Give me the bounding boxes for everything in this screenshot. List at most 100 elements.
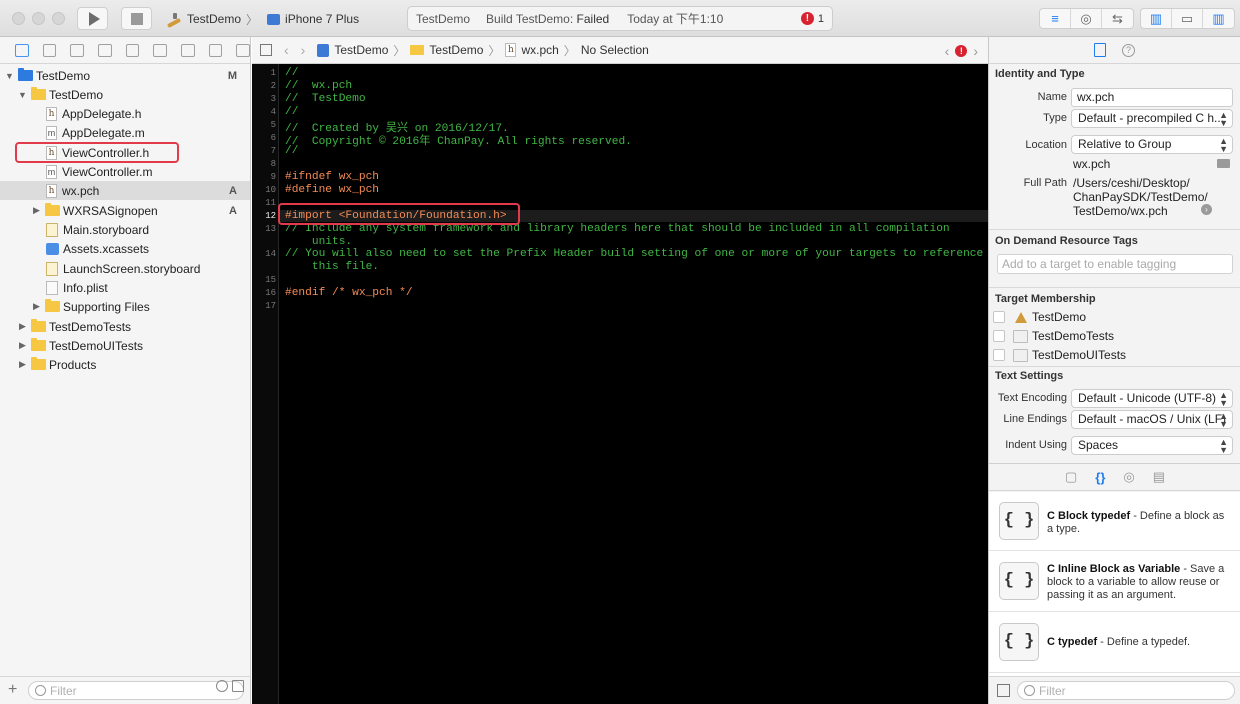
disclosure-closed-icon[interactable]: ▶: [18, 359, 27, 370]
disclosure-closed-icon[interactable]: ▶: [32, 205, 41, 216]
test-tab-icon[interactable]: [153, 43, 168, 57]
section-ondemand-title: On Demand Resource Tags: [995, 235, 1138, 247]
minimize-window-button[interactable]: [32, 12, 45, 25]
tree-item-file[interactable]: h AppDelegate.h: [0, 104, 250, 123]
previous-issue-icon[interactable]: ‹: [945, 43, 950, 59]
library-filter-input[interactable]: Filter: [1017, 681, 1235, 700]
source-editor[interactable]: 1 2 3 4 5 6 7 8 9 10 11 12 13 14 15 16 17 //// wx.pch// …: [252, 64, 988, 704]
reveal-in-finder-icon[interactable]: ›: [1201, 204, 1212, 215]
debug-tab-icon[interactable]: [181, 43, 195, 57]
tree-item-file-selected[interactable]: h wx.pch A: [0, 181, 250, 200]
target-row[interactable]: TestDemo: [993, 308, 1086, 326]
navigator-filter-input[interactable]: Filter: [28, 681, 244, 700]
tree-item-file[interactable]: m AppDelegate.m: [0, 123, 250, 142]
tree-item-file[interactable]: Info.plist: [0, 278, 250, 297]
disclosure-closed-icon[interactable]: ▶: [32, 301, 41, 312]
comment-line[interactable]: // You will also need to set the Prefix …: [285, 248, 983, 260]
next-issue-icon[interactable]: ›: [973, 43, 978, 59]
recent-files-icon[interactable]: [216, 680, 228, 692]
source-control-tab-icon[interactable]: [42, 43, 57, 57]
comment-line[interactable]: //: [285, 145, 298, 157]
comment-line[interactable]: //: [285, 67, 298, 79]
snippet-item[interactable]: { } C Block typedef - Define a block as …: [989, 492, 1240, 551]
type-popup[interactable]: Default - precompiled C h... ▲ ▼: [1071, 109, 1233, 128]
disclosure-closed-icon[interactable]: ▶: [18, 321, 27, 332]
disclosure-open-icon[interactable]: ▼: [5, 71, 14, 81]
tree-item-project[interactable]: ▼ TestDemo M: [0, 66, 250, 85]
tree-item-group[interactable]: ▶ TestDemoUITests: [0, 336, 250, 355]
code-snippet-tab-icon[interactable]: {}: [1095, 470, 1105, 485]
popup-chevron-icon: ▲ ▼: [1219, 437, 1228, 455]
tree-item-group[interactable]: ▶ TestDemoTests: [0, 317, 250, 336]
tree-item-group[interactable]: ▶ Products: [0, 355, 250, 374]
file-template-tab-icon[interactable]: ▢: [1065, 469, 1077, 485]
navigator-toggle-icon[interactable]: ▥: [1141, 9, 1172, 28]
breadcrumb-group[interactable]: TestDemo: [410, 43, 483, 57]
comment-line[interactable]: // wx.pch: [285, 80, 352, 92]
error-badge[interactable]: ! 1: [800, 12, 824, 25]
scm-filter-icon[interactable]: [232, 680, 244, 692]
target-row[interactable]: TestDemoUITests: [993, 346, 1126, 364]
media-library-tab-icon[interactable]: ▤: [1153, 469, 1165, 485]
related-items-icon[interactable]: [260, 44, 272, 56]
preprocessor-line[interactable]: #ifndef wx_pch: [285, 171, 379, 183]
tree-item-file[interactable]: Main.storyboard: [0, 220, 250, 239]
add-icon[interactable]: +: [8, 681, 17, 699]
quick-help-tab-icon[interactable]: ?: [1122, 43, 1135, 57]
debug-area-toggle-icon[interactable]: ▭: [1172, 9, 1203, 28]
stop-button[interactable]: [121, 7, 152, 30]
grid-view-icon[interactable]: [997, 684, 1010, 697]
comment-line[interactable]: // Copyright © 2016年 ChanPay. All rights…: [285, 132, 632, 148]
report-tab-icon[interactable]: [236, 43, 251, 57]
run-button[interactable]: [77, 7, 108, 30]
snippet-item[interactable]: { } C typedef - Define a typedef.: [989, 612, 1240, 673]
error-icon[interactable]: !: [955, 45, 968, 57]
tree-item-group[interactable]: ▶ WXRSASignopen A: [0, 201, 250, 220]
breakpoint-tab-icon[interactable]: [208, 43, 223, 57]
assistant-editor-icon[interactable]: ◎: [1071, 9, 1102, 28]
reveal-folder-icon[interactable]: [1217, 159, 1230, 168]
version-editor-icon[interactable]: ⇆: [1102, 9, 1133, 28]
name-field[interactable]: wx.pch: [1071, 88, 1233, 107]
line-endings-popup[interactable]: Default - macOS / Unix (LF) ▲ ▼: [1071, 410, 1233, 429]
tree-item-file[interactable]: LaunchScreen.storyboard: [0, 259, 250, 278]
disclosure-open-icon[interactable]: ▼: [18, 90, 27, 100]
tree-item-file[interactable]: m ViewController.m: [0, 162, 250, 181]
comment-line[interactable]: this file.: [285, 261, 379, 273]
close-window-button[interactable]: [12, 12, 25, 25]
target-checkbox[interactable]: [993, 330, 1005, 342]
snippet-item[interactable]: { } C Inline Block as Variable - Save a …: [989, 551, 1240, 612]
tags-input[interactable]: Add to a target to enable tagging: [997, 254, 1233, 274]
breadcrumb-selection[interactable]: No Selection: [581, 43, 649, 57]
activity-viewer[interactable]: TestDemo Build TestDemo: Failed Today at…: [407, 6, 833, 31]
object-library-tab-icon[interactable]: ◎: [1123, 469, 1134, 485]
target-row[interactable]: TestDemoTests: [993, 327, 1114, 345]
target-checkbox[interactable]: [993, 311, 1005, 323]
tree-item-file[interactable]: Assets.xcassets: [0, 239, 250, 258]
breadcrumb-project[interactable]: TestDemo: [317, 43, 388, 57]
find-tab-icon[interactable]: [98, 43, 112, 57]
project-navigator-tab-icon[interactable]: [15, 43, 29, 57]
disclosure-closed-icon[interactable]: ▶: [18, 340, 27, 351]
preprocessor-line[interactable]: #define wx_pch: [285, 184, 379, 196]
location-popup[interactable]: Relative to Group ▲ ▼: [1071, 135, 1233, 154]
standard-editor-icon[interactable]: ≡: [1040, 9, 1071, 28]
comment-line[interactable]: //: [285, 106, 298, 118]
zoom-window-button[interactable]: [52, 12, 65, 25]
tree-item-group-testdemo[interactable]: ▼ TestDemo: [0, 85, 250, 104]
indent-using-popup[interactable]: Spaces ▲ ▼: [1071, 436, 1233, 455]
encoding-popup[interactable]: Default - Unicode (UTF-8) ▲ ▼: [1071, 389, 1233, 408]
comment-line[interactable]: // TestDemo: [285, 93, 366, 105]
symbol-tab-icon[interactable]: [70, 43, 85, 57]
forward-arrow-icon[interactable]: ›: [301, 42, 306, 58]
scheme-selector[interactable]: TestDemo 〉 iPhone 7 Plus: [166, 9, 359, 29]
utilities-toggle-icon[interactable]: ▥: [1203, 9, 1234, 28]
breadcrumb-file[interactable]: h wx.pch: [505, 43, 559, 57]
target-checkbox[interactable]: [993, 349, 1005, 361]
preprocessor-line[interactable]: #endif /* wx_pch */: [285, 287, 413, 299]
tree-item-group[interactable]: ▶ Supporting Files: [0, 297, 250, 316]
back-arrow-icon[interactable]: ‹: [284, 42, 289, 58]
file-inspector-tab-icon[interactable]: [1094, 43, 1106, 57]
issue-tab-icon[interactable]: [125, 43, 140, 57]
comment-line[interactable]: units.: [285, 236, 352, 248]
